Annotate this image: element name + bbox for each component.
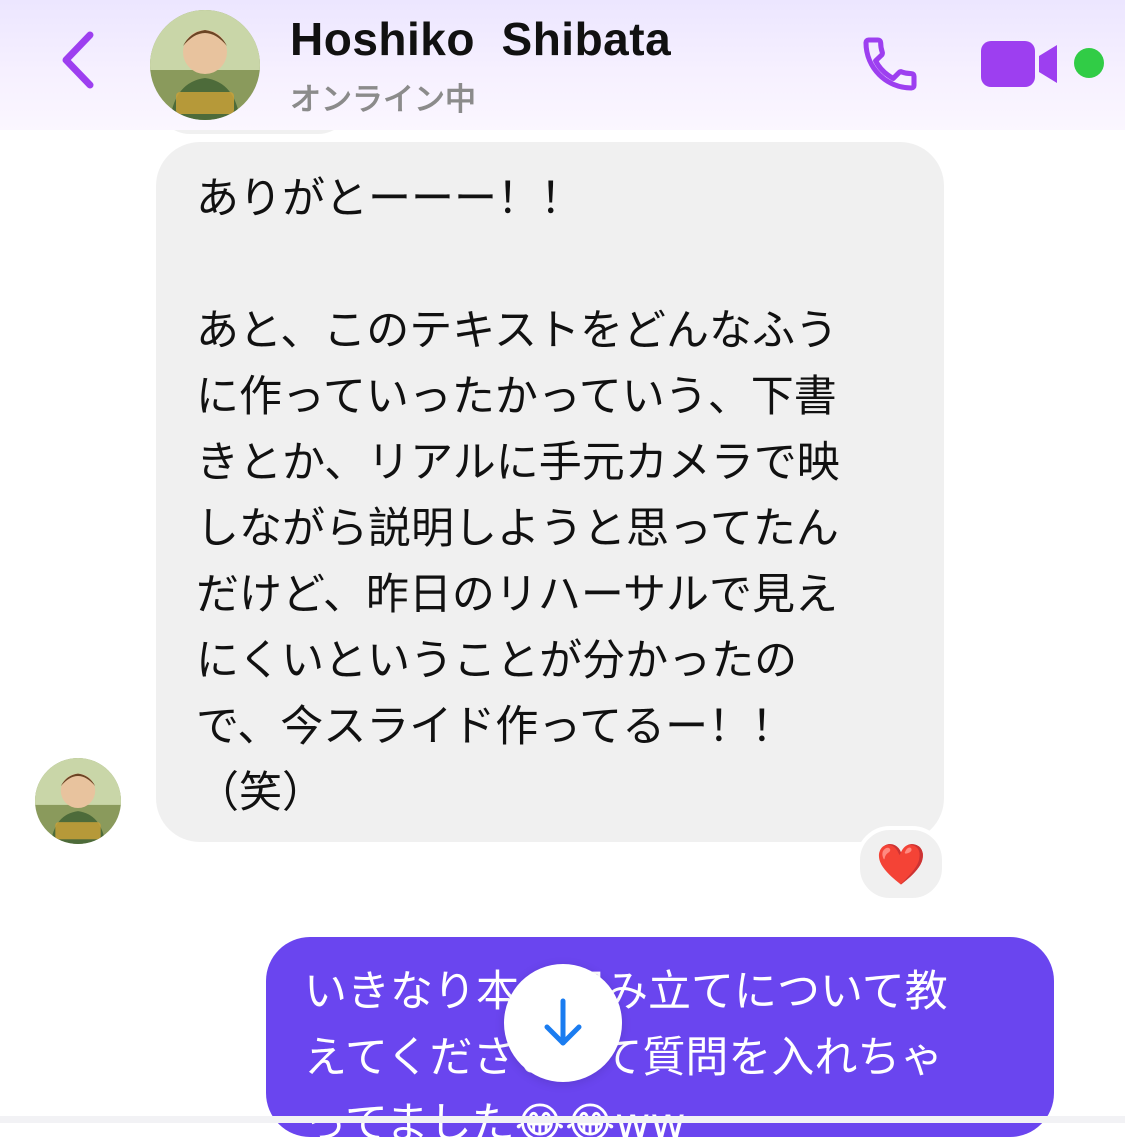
video-call-button[interactable] xyxy=(978,34,1062,94)
incoming-message-bubble[interactable]: ありがとーーー！！ あと、このテキストをどんなふう に作っていったかっていう、下… xyxy=(156,142,944,842)
arrow-down-icon xyxy=(544,998,582,1046)
contact-name[interactable]: Hoshiko Shibata xyxy=(290,12,671,66)
outgoing-message-bubble[interactable]: いきなり本の組み立てについて教 えてくださいって質問を入れちゃ ってました😂😂w… xyxy=(266,937,1054,1137)
chevron-left-icon xyxy=(62,31,94,89)
chat-header: Hoshiko Shibata オンライン中 xyxy=(0,0,1125,130)
voice-call-button[interactable] xyxy=(852,28,928,100)
video-camera-icon xyxy=(981,41,1057,87)
incoming-message-text: ありがとーーー！！ あと、このテキストをどんなふう に作っていったかっていう、下… xyxy=(196,174,840,818)
scroll-to-bottom-button[interactable] xyxy=(504,964,622,1082)
heart-reaction[interactable]: ❤️ xyxy=(856,826,946,902)
composer-edge xyxy=(0,1116,1125,1123)
sender-avatar[interactable] xyxy=(35,758,121,844)
heart-icon: ❤️ xyxy=(876,841,926,888)
outgoing-message-text: いきなり本の組み立てについて教 えてくださいって質問を入れちゃ ってました😂😂w… xyxy=(304,967,948,1137)
phone-icon xyxy=(863,37,917,91)
online-indicator xyxy=(1074,48,1104,78)
back-button[interactable] xyxy=(50,28,106,92)
online-status: オンライン中 xyxy=(290,82,476,118)
contact-avatar[interactable] xyxy=(150,10,260,120)
